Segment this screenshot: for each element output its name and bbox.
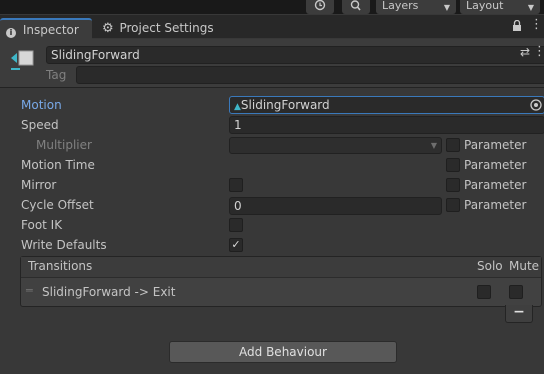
search-button[interactable] (342, 0, 370, 14)
chevron-down-icon: ▼ (443, 3, 450, 12)
motion-value: SlidingForward (240, 98, 330, 112)
motion-time-parameter-checkbox[interactable] (446, 158, 460, 172)
write-defaults-checkbox[interactable]: ✓ (229, 238, 243, 252)
cycle-offset-label: Cycle Offset (21, 198, 94, 212)
write-defaults-label: Write Defaults (21, 238, 107, 252)
tab-project-settings[interactable]: ⚙ Project Settings (96, 18, 218, 39)
history-icon (314, 0, 326, 11)
motion-label: Motion (21, 98, 62, 112)
cycle-offset-input[interactable]: 0 (229, 197, 442, 215)
tag-input[interactable] (76, 66, 544, 84)
solo-checkbox[interactable] (477, 285, 491, 299)
parameter-label: Parameter (464, 138, 527, 152)
multiplier-parameter-checkbox[interactable] (446, 138, 460, 152)
speed-label: Speed (21, 118, 59, 132)
foot-ik-label: Foot IK (21, 218, 63, 232)
remove-transition-button[interactable]: − (505, 305, 533, 323)
layers-dropdown[interactable]: Layers ▼ (376, 0, 456, 14)
motion-time-label: Motion Time (21, 158, 95, 172)
mute-header: Mute (509, 259, 540, 273)
tab-inspector[interactable]: i Inspector (0, 18, 92, 39)
list-item[interactable]: ═ SlidingForward -> Exit (21, 281, 541, 303)
solo-header: Solo (477, 259, 503, 273)
chevron-down-icon: ▼ (430, 141, 437, 150)
parameter-label: Parameter (464, 178, 527, 192)
parameter-label: Parameter (464, 158, 527, 172)
tab-label: Project Settings (119, 21, 214, 35)
lock-icon[interactable] (512, 19, 522, 35)
parameter-label: Parameter (464, 198, 527, 212)
layout-label: Layout (466, 0, 504, 12)
kebab-menu-icon[interactable]: ⋮ (533, 44, 544, 59)
motion-object-field[interactable]: ▲SlidingForward (229, 96, 544, 114)
animation-clip-icon: ▲ (234, 102, 241, 112)
transition-label: SlidingForward -> Exit (42, 285, 176, 299)
drag-handle-icon[interactable]: ═ (26, 284, 33, 297)
transitions-header (21, 257, 541, 278)
tag-label: Tag (46, 68, 67, 82)
transitions-title: Transitions (28, 259, 93, 273)
history-button[interactable] (306, 0, 334, 14)
search-icon (350, 0, 361, 11)
foot-ik-checkbox[interactable] (229, 218, 243, 232)
chevron-down-icon: ▼ (527, 3, 534, 12)
multiplier-dropdown[interactable]: ▼ (229, 137, 442, 154)
mute-checkbox[interactable] (509, 285, 523, 299)
state-name-input[interactable]: SlidingForward (46, 46, 544, 64)
tab-label: Inspector (22, 23, 79, 37)
mirror-checkbox[interactable] (229, 178, 243, 192)
animator-state-icon (10, 47, 38, 78)
add-behaviour-button[interactable]: Add Behaviour (169, 341, 397, 363)
speed-input[interactable]: 1 (229, 116, 544, 134)
cycle-offset-parameter-checkbox[interactable] (446, 198, 460, 212)
preset-settings-icon[interactable]: ⇄ (520, 45, 530, 59)
object-picker-icon[interactable] (529, 98, 543, 115)
mirror-label: Mirror (21, 178, 57, 192)
gear-icon: ⚙ (102, 21, 114, 36)
layers-label: Layers (382, 0, 419, 12)
kebab-menu-icon[interactable]: ⋮ (530, 18, 543, 32)
mirror-parameter-checkbox[interactable] (446, 178, 460, 192)
multiplier-label: Multiplier (36, 138, 92, 152)
info-icon: i (6, 28, 16, 38)
layout-dropdown[interactable]: Layout ▼ (460, 0, 540, 14)
